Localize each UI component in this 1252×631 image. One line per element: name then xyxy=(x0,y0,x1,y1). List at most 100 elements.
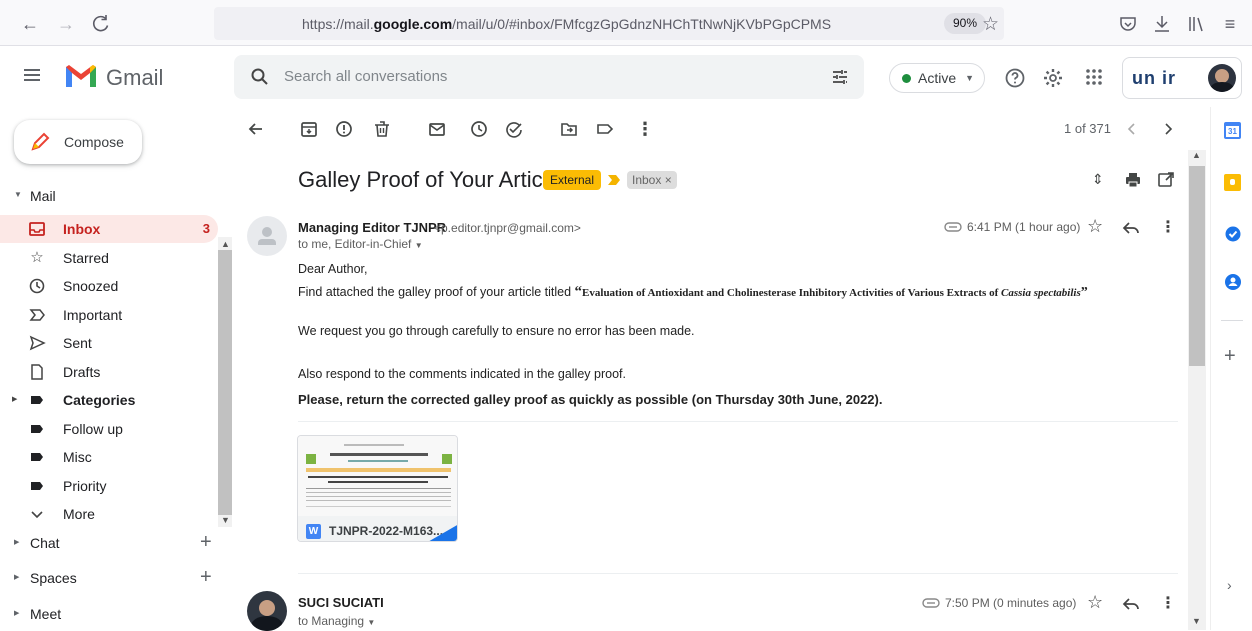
org-logo: un ir xyxy=(1132,68,1176,88)
add-to-tasks-icon[interactable] xyxy=(504,119,524,139)
sidebar-item-categories[interactable]: ▶ Categories xyxy=(0,386,218,414)
clock-icon xyxy=(28,277,46,295)
article-title-text: Evaluation of Antioxidant and Cholineste… xyxy=(582,287,1001,299)
status-label: Active xyxy=(918,70,957,86)
print-icon[interactable] xyxy=(1124,171,1142,189)
hamburger-menu-icon[interactable]: ≡ xyxy=(1218,12,1242,36)
sidebar-item-important[interactable]: Important xyxy=(0,301,218,329)
account-switcher[interactable]: un ir xyxy=(1122,57,1242,99)
star-icon[interactable]: ☆ xyxy=(1087,216,1103,237)
sidebar-item-starred[interactable]: ☆ Starred xyxy=(0,244,218,272)
recipients-text: to Managing xyxy=(298,614,365,628)
newer-chevron-icon[interactable] xyxy=(1122,119,1142,139)
recipients-text: to me, Editor-in-Chief xyxy=(298,237,412,251)
sidebar-item-inbox[interactable]: Inbox 3 xyxy=(0,215,218,243)
caret-right-icon: ▶ xyxy=(12,396,18,403)
meet-section-header[interactable]: ▶ Meet xyxy=(14,606,61,622)
move-to-icon[interactable] xyxy=(559,119,579,139)
sidebar-item-misc[interactable]: Misc xyxy=(0,443,218,471)
search-icon[interactable] xyxy=(250,67,270,87)
label-as-icon[interactable] xyxy=(595,119,615,139)
remove-label-icon[interactable]: × xyxy=(665,173,672,187)
sidebar-item-label: Priority xyxy=(63,478,107,494)
add-chat-icon[interactable]: + xyxy=(200,531,212,554)
open-new-window-icon[interactable] xyxy=(1157,171,1175,189)
snooze-icon[interactable] xyxy=(469,119,489,139)
search-options-icon[interactable] xyxy=(830,67,850,87)
tasks-icon[interactable] xyxy=(1224,225,1242,243)
scroll-down-icon[interactable]: ▼ xyxy=(1192,616,1201,626)
library-icon[interactable] xyxy=(1184,12,1208,36)
reload-icon[interactable] xyxy=(89,12,113,36)
sidebar-item-more[interactable]: More xyxy=(0,500,218,528)
apps-grid-icon[interactable] xyxy=(1084,67,1104,87)
delete-icon[interactable] xyxy=(372,119,392,139)
sidebar-item-follow-up[interactable]: Follow up xyxy=(0,415,218,443)
expand-all-icon[interactable]: ⇕ xyxy=(1092,171,1104,188)
star-icon[interactable]: ☆ xyxy=(1087,592,1103,613)
sidebar-item-sent[interactable]: Sent xyxy=(0,329,218,357)
sidebar-item-snoozed[interactable]: Snoozed xyxy=(0,272,218,300)
show-side-panel-chevron-icon[interactable]: › xyxy=(1227,577,1232,593)
help-icon[interactable] xyxy=(1004,67,1026,89)
search-input[interactable]: Search all conversations xyxy=(284,68,447,85)
url-path: /mail/u/0/#inbox/FMfcgzGpGdnzNHChTtNwNjK… xyxy=(452,16,832,32)
recipients-dropdown[interactable]: to Managing ▼ xyxy=(298,614,375,628)
message-more-icon[interactable]: ⋮ xyxy=(1160,593,1176,613)
search-bar[interactable]: Search all conversations xyxy=(234,55,864,99)
avatar[interactable] xyxy=(1208,64,1236,92)
inbox-label-badge[interactable]: Inbox × xyxy=(627,171,677,189)
address-bar[interactable]: https://mail.google.com/mail/u/0/#inbox/… xyxy=(214,7,1004,40)
important-marker-icon[interactable] xyxy=(606,172,622,188)
pocket-icon[interactable] xyxy=(1116,12,1140,36)
settings-gear-icon[interactable] xyxy=(1042,67,1064,89)
compose-button[interactable]: Compose xyxy=(14,120,142,164)
forward-arrow-icon[interactable]: → xyxy=(54,12,78,36)
spaces-section-header[interactable]: ▶ Spaces xyxy=(14,570,77,586)
main-scrollbar-thumb[interactable] xyxy=(1189,166,1205,366)
add-space-icon[interactable]: + xyxy=(200,566,212,589)
sender-avatar[interactable] xyxy=(247,216,287,256)
status-selector[interactable]: Active ▼ xyxy=(889,63,985,93)
more-options-icon[interactable]: ⋮ xyxy=(635,119,655,139)
bookmark-star-icon[interactable]: ☆ xyxy=(982,13,999,36)
keep-icon[interactable] xyxy=(1224,174,1241,191)
browser-toolbar: ← → https://mail.google.com/mail/u/0/#in… xyxy=(0,0,1252,46)
sidebar-item-drafts[interactable]: Drafts xyxy=(0,358,218,386)
chat-section-header[interactable]: ▶ Chat xyxy=(14,535,60,551)
gmail-logo-icon[interactable] xyxy=(64,63,98,89)
sender-name[interactable]: SUCI SUCIATI xyxy=(298,595,384,610)
message-more-icon[interactable]: ⋮ xyxy=(1160,217,1176,237)
sidebar-scrollbar-thumb[interactable] xyxy=(218,250,232,515)
attachment-card[interactable]: W TJNPR-2022-M163... xyxy=(297,435,458,542)
star-icon: ☆ xyxy=(30,249,44,266)
sender-avatar[interactable] xyxy=(247,591,287,631)
get-addons-icon[interactable]: + xyxy=(1224,345,1236,368)
scroll-up-icon[interactable]: ▲ xyxy=(1192,150,1201,160)
scroll-up-icon[interactable]: ▲ xyxy=(221,239,230,249)
mail-section-header[interactable]: ▼ Mail xyxy=(14,188,56,204)
body-line-1-prefix: Find attached the galley proof of your a… xyxy=(298,285,575,299)
older-chevron-icon[interactable] xyxy=(1158,119,1178,139)
back-arrow-icon[interactable]: ← xyxy=(18,12,42,36)
zoom-level[interactable]: 90% xyxy=(944,13,987,34)
mark-unread-icon[interactable] xyxy=(427,119,447,139)
scroll-down-icon[interactable]: ▼ xyxy=(221,515,230,525)
external-label-badge[interactable]: External xyxy=(543,170,602,190)
back-to-inbox-icon[interactable] xyxy=(246,119,266,139)
reply-icon[interactable] xyxy=(1122,596,1140,612)
url-text[interactable]: https://mail.google.com/mail/u/0/#inbox/… xyxy=(302,16,831,32)
contacts-icon[interactable] xyxy=(1224,273,1242,291)
recipients-dropdown[interactable]: to me, Editor-in-Chief ▼ xyxy=(298,237,423,251)
sender-name[interactable]: Managing Editor TJNPR xyxy=(298,220,446,235)
doc-corner-fold xyxy=(426,524,457,541)
calendar-icon[interactable]: 31 xyxy=(1224,122,1241,139)
archive-icon[interactable] xyxy=(299,119,319,139)
report-spam-icon[interactable] xyxy=(334,119,354,139)
attachment-clip-icon xyxy=(944,221,962,233)
download-icon[interactable] xyxy=(1150,12,1174,36)
main-menu-icon[interactable] xyxy=(22,65,42,85)
sidebar-item-priority[interactable]: Priority xyxy=(0,472,218,500)
chevron-down-icon: ▼ xyxy=(965,73,974,83)
reply-icon[interactable] xyxy=(1122,220,1140,236)
